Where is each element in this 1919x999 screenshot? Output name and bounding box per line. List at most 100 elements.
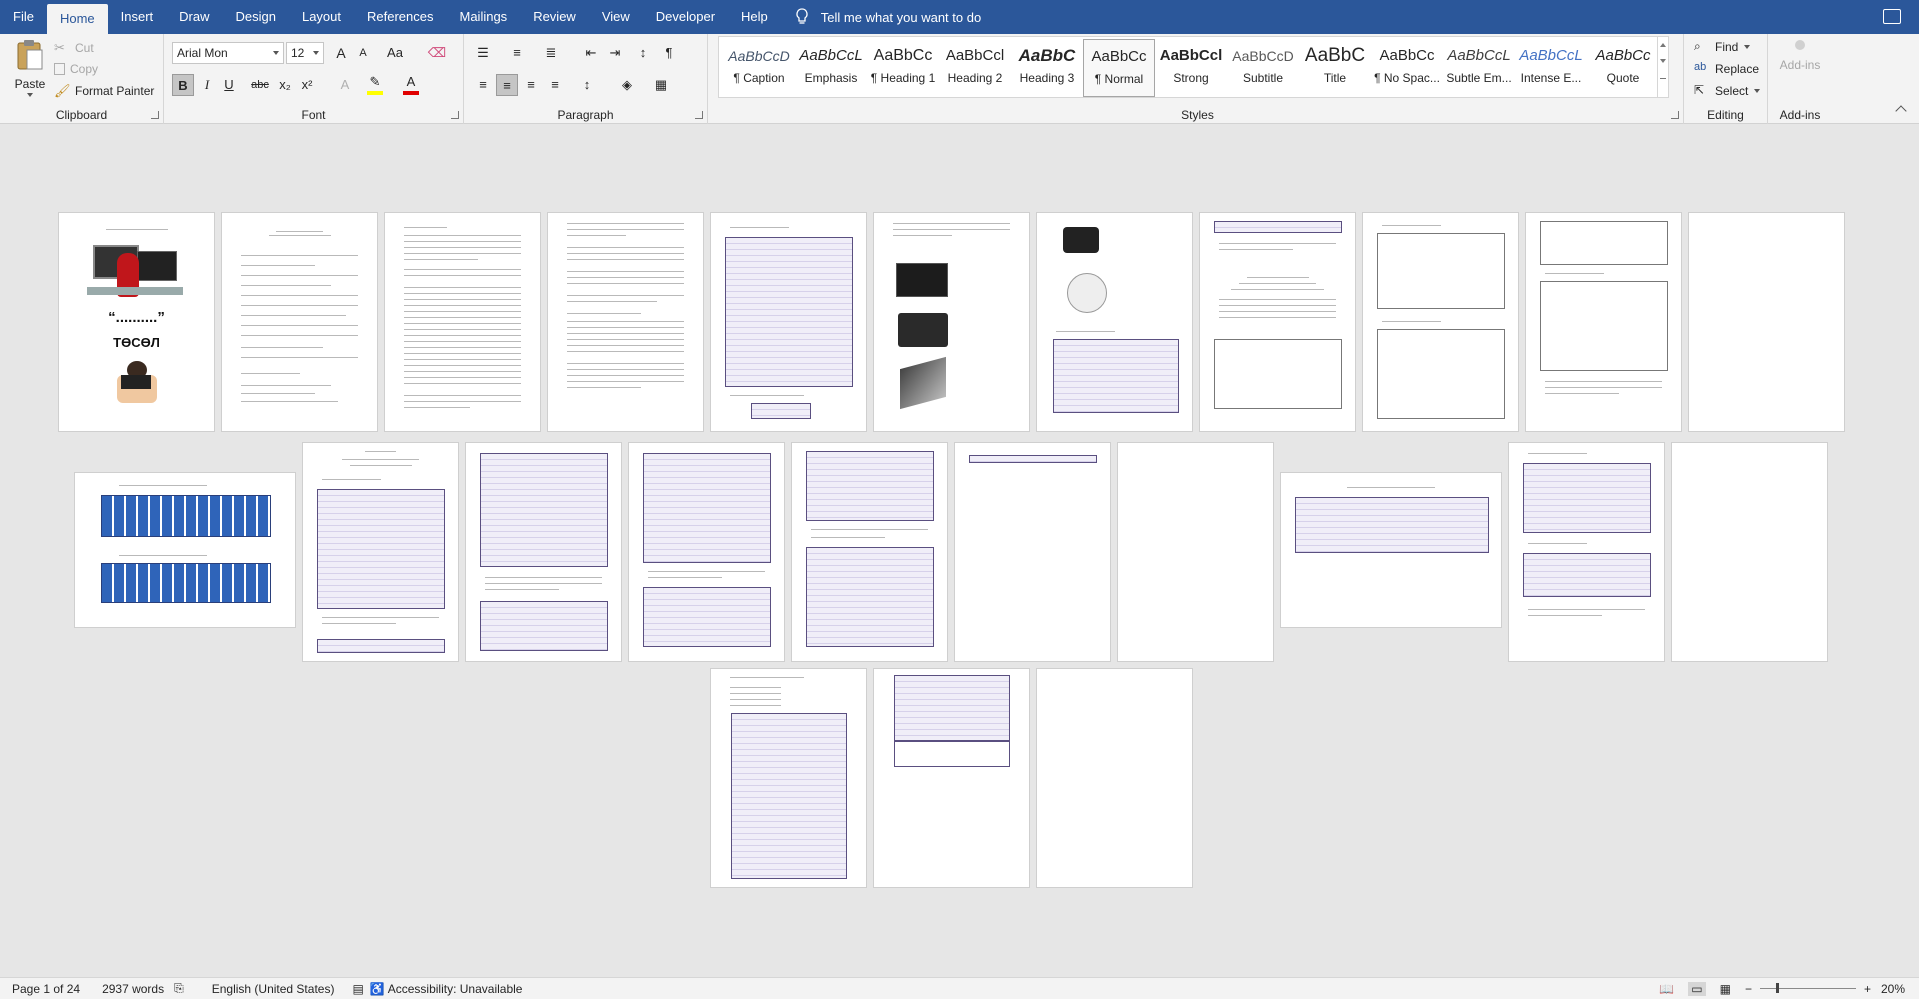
zoom-out-icon[interactable]: − xyxy=(1745,982,1752,996)
page-8[interactable] xyxy=(1199,212,1356,432)
clear-formatting-button[interactable]: ⌫ xyxy=(426,42,448,64)
print-layout-icon[interactable]: ▭ xyxy=(1688,981,1706,996)
page-7[interactable] xyxy=(1036,212,1193,432)
comments-icon[interactable] xyxy=(1883,9,1901,24)
page-23[interactable] xyxy=(873,668,1030,888)
zoom-in-icon[interactable]: + xyxy=(1864,982,1871,996)
justify-button[interactable]: ≡ xyxy=(544,74,566,96)
chevron-up-icon[interactable] xyxy=(1660,43,1666,47)
page-10[interactable] xyxy=(1525,212,1682,432)
styles-launcher-icon[interactable] xyxy=(1671,111,1679,119)
numbering-button[interactable]: ≡ xyxy=(506,42,528,64)
page-16[interactable] xyxy=(791,442,948,662)
page-24[interactable] xyxy=(1036,668,1193,888)
replace-button[interactable]: ab Replace xyxy=(1694,59,1759,79)
font-size-combo[interactable]: 12 xyxy=(286,42,324,64)
style-title[interactable]: AaBbC Title xyxy=(1299,39,1371,97)
bold-button[interactable]: B xyxy=(172,74,194,96)
page-3[interactable] xyxy=(384,212,541,432)
styles-gallery-scroll[interactable] xyxy=(1657,36,1669,98)
zoom-slider-thumb[interactable] xyxy=(1775,983,1779,993)
line-spacing-button[interactable]: ↕ xyxy=(576,74,598,96)
align-center-button[interactable]: ≡ xyxy=(496,74,518,96)
chevron-down-icon[interactable] xyxy=(1660,59,1666,63)
superscript-button[interactable]: x² xyxy=(296,74,318,96)
multilevel-list-button[interactable]: ≣ xyxy=(540,42,562,64)
bullets-button[interactable]: ☰ xyxy=(472,42,494,64)
subscript-button[interactable]: x₂ xyxy=(274,74,296,96)
increase-indent-button[interactable]: ⇥ xyxy=(604,42,626,64)
gallery-more-icon[interactable] xyxy=(1660,73,1666,79)
copy-button[interactable]: Copy xyxy=(54,59,98,79)
align-left-button[interactable]: ≡ xyxy=(472,74,494,96)
page-4[interactable] xyxy=(547,212,704,432)
tab-help[interactable]: Help xyxy=(728,0,781,34)
decrease-indent-button[interactable]: ⇤ xyxy=(580,42,602,64)
language-indicator[interactable]: English (United States) xyxy=(212,982,335,996)
web-layout-icon[interactable]: ▦ xyxy=(1720,982,1731,996)
tab-developer[interactable]: Developer xyxy=(643,0,728,34)
format-painter-button[interactable]: 🖌 Format Painter xyxy=(54,81,154,101)
grow-font-button[interactable]: A xyxy=(330,42,352,64)
text-effects-button[interactable]: A xyxy=(334,74,356,96)
clipboard-launcher-icon[interactable] xyxy=(151,111,159,119)
shrink-font-button[interactable]: A xyxy=(352,42,374,64)
tab-review[interactable]: Review xyxy=(520,0,589,34)
style-caption[interactable]: AaBbCcD ¶ Caption xyxy=(723,39,795,97)
style-subtle-emphasis[interactable]: AaBbCcL Subtle Em... xyxy=(1443,39,1515,97)
show-formatting-button[interactable]: ¶ xyxy=(658,42,680,64)
cut-button[interactable]: ✂ Cut xyxy=(54,38,94,58)
zoom-slider[interactable] xyxy=(1759,983,1856,993)
sort-button[interactable]: ↕ xyxy=(632,42,654,64)
paragraph-launcher-icon[interactable] xyxy=(695,111,703,119)
strikethrough-button[interactable]: abc xyxy=(246,74,274,96)
page-20[interactable] xyxy=(1508,442,1665,662)
page-21[interactable] xyxy=(1671,442,1828,662)
style-normal[interactable]: AaBbCc ¶ Normal xyxy=(1083,39,1155,97)
style-heading-1[interactable]: AaBbCc ¶ Heading 1 xyxy=(867,39,939,97)
style-intense-emphasis[interactable]: AaBbCcL Intense E... xyxy=(1515,39,1587,97)
find-button[interactable]: ⌕ Find xyxy=(1694,37,1751,57)
paste-button[interactable]: Paste xyxy=(10,38,50,102)
accessibility-status[interactable]: Accessibility: Unavailable xyxy=(388,982,523,996)
read-mode-icon[interactable]: 📖 xyxy=(1659,982,1674,996)
page-18[interactable] xyxy=(1117,442,1274,662)
addins-button[interactable]: Add-ins xyxy=(1768,40,1832,72)
underline-button[interactable]: U xyxy=(218,74,240,96)
page-count[interactable]: Page 1 of 24 xyxy=(12,982,80,996)
style-subtitle[interactable]: AaBbCcD Subtitle xyxy=(1227,39,1299,97)
word-count[interactable]: 2937 words xyxy=(102,982,164,996)
tab-view[interactable]: View xyxy=(589,0,643,34)
page-2[interactable] xyxy=(221,212,378,432)
macro-icon[interactable]: ▤ xyxy=(352,982,363,996)
page-15[interactable] xyxy=(628,442,785,662)
zoom-level[interactable]: 20% xyxy=(1881,982,1905,996)
collapse-ribbon-icon[interactable] xyxy=(1895,105,1907,117)
italic-button[interactable]: I xyxy=(196,74,218,96)
tab-design[interactable]: Design xyxy=(223,0,289,34)
page-6[interactable] xyxy=(873,212,1030,432)
font-color-button[interactable]: A xyxy=(400,74,422,96)
page-22[interactable] xyxy=(710,668,867,888)
page-17[interactable] xyxy=(954,442,1111,662)
style-heading-3[interactable]: AaBbC Heading 3 xyxy=(1011,39,1083,97)
proofing-icon[interactable]: ⎘ xyxy=(174,981,184,996)
tab-draw[interactable]: Draw xyxy=(166,0,222,34)
shading-button[interactable]: ◈ xyxy=(616,74,638,96)
tab-insert[interactable]: Insert xyxy=(108,0,167,34)
page-1-cover[interactable]: “..........” ТӨСӨЛ xyxy=(58,212,215,432)
borders-button[interactable]: ▦ xyxy=(650,74,672,96)
highlight-button[interactable]: ✎ xyxy=(364,74,386,96)
style-quote[interactable]: AaBbCc Quote xyxy=(1587,39,1659,97)
page-5[interactable] xyxy=(710,212,867,432)
page-9[interactable] xyxy=(1362,212,1519,432)
change-case-button[interactable]: Aa xyxy=(380,42,410,64)
font-launcher-icon[interactable] xyxy=(451,111,459,119)
page-11[interactable] xyxy=(1688,212,1845,432)
tab-file[interactable]: File xyxy=(0,0,47,34)
select-button[interactable]: ⇱ Select xyxy=(1694,81,1761,101)
tab-mailings[interactable]: Mailings xyxy=(447,0,521,34)
page-14[interactable] xyxy=(465,442,622,662)
tab-layout[interactable]: Layout xyxy=(289,0,354,34)
align-right-button[interactable]: ≡ xyxy=(520,74,542,96)
